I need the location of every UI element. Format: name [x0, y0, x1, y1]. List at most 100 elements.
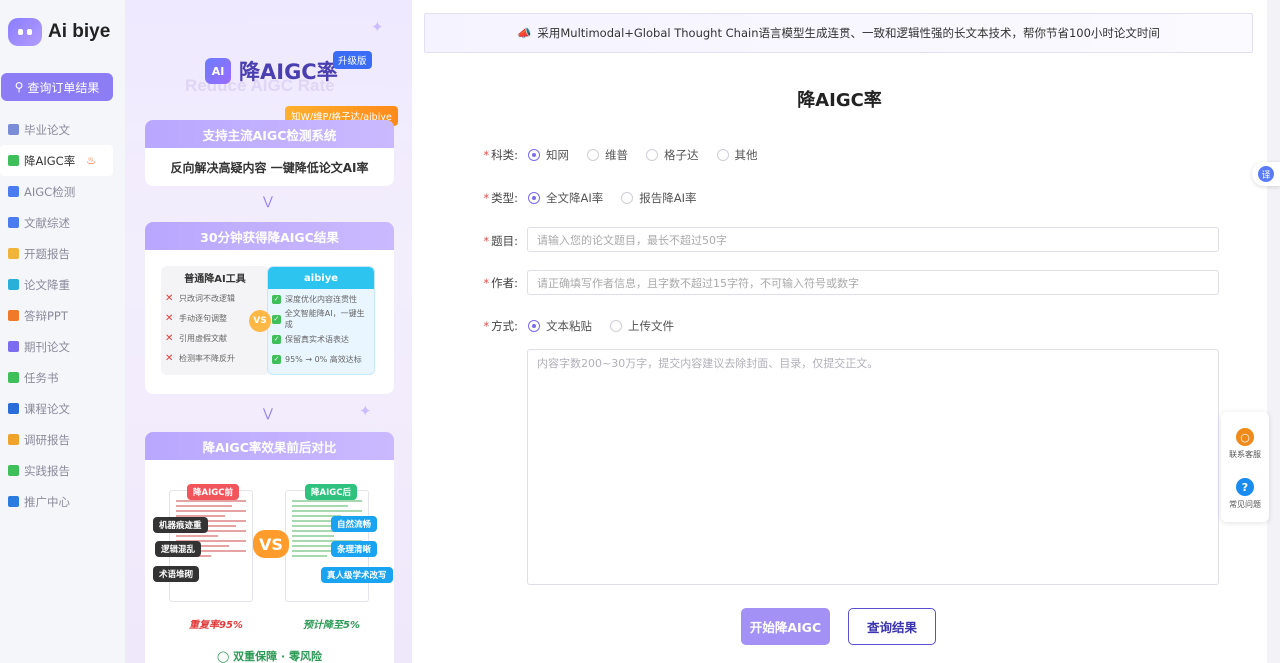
compare-text: 保留真实术语表达 [285, 334, 349, 344]
after-tag: 条理清晰 [331, 541, 378, 557]
title-row: * 题目: [472, 233, 528, 249]
sidebar-item-7[interactable]: 期刊论文 [0, 331, 125, 362]
sidebar-item-4[interactable]: 开题报告 [0, 238, 125, 269]
method-row: * 方式: 文本粘贴 上传文件 [472, 318, 692, 334]
translate-button[interactable]: 译 [1252, 162, 1280, 186]
promo-card-systems: 支持主流AIGC检测系统 反向解决高疑内容 一键降低论文AI率 [145, 120, 394, 186]
radio-icon [528, 320, 540, 332]
sidebar-item-3[interactable]: 文献综述 [0, 207, 125, 238]
sidebar-item-label: 降AIGC率 [24, 153, 76, 168]
ai-icon [8, 155, 19, 166]
after-label: 降AIGC后 [305, 484, 357, 500]
method-option[interactable]: 文本粘贴 [528, 318, 592, 334]
sidebar-item-label: 实践报告 [24, 463, 70, 478]
vs-badge: VS [249, 310, 271, 332]
compare-row: ✓ 全文智能降AI，一键生成 [272, 309, 370, 329]
logo[interactable]: Ai biye [8, 18, 110, 46]
subject-option[interactable]: 知网 [528, 147, 569, 163]
survey-icon [8, 434, 19, 445]
fire-icon: ♨ [86, 154, 97, 167]
sidebar-item-12[interactable]: 推广中心 [0, 486, 125, 517]
compare-row: ✕ 只改词不改逻辑 [165, 288, 265, 308]
radio-icon [610, 320, 622, 332]
query-order-button[interactable]: ⚲ 查询订单结果 [1, 73, 113, 101]
title-input[interactable]: 请输入您的论文题目，最长不超过50字 [527, 227, 1219, 252]
guarantee-label: 双重保障 · 零风险 [233, 650, 322, 663]
book-icon [8, 403, 19, 414]
banner-text: 采用Multimodal+Global Thought Chain语言模型生成连… [537, 26, 1160, 40]
sidebar-item-10[interactable]: 调研报告 [0, 424, 125, 455]
sidebar-item-2[interactable]: AIGC检测 [0, 176, 125, 207]
ai-badge-icon: AI [205, 58, 231, 84]
author-label: * 作者: [483, 276, 518, 290]
before-tag: 术语堆砌 [153, 566, 200, 582]
sidebar-item-6[interactable]: 答辩PPT [0, 300, 125, 331]
compare-text: 检测率不降反升 [179, 353, 235, 363]
compare-text: 深度优化内容连贯性 [285, 294, 357, 304]
sidebar-item-label: 答辩PPT [24, 308, 68, 323]
search-icon: ⚲ [14, 80, 24, 94]
card-body: 反向解决高疑内容 一键降低论文AI率 [170, 160, 369, 175]
headset-icon: ○ [1236, 428, 1254, 446]
report-icon [8, 248, 19, 259]
aigc-detect-icon [8, 186, 19, 197]
sidebar-item-label: AIGC检测 [24, 184, 76, 199]
translate-icon: 译 [1258, 166, 1274, 182]
contact-service-label: 联系客服 [1229, 450, 1261, 459]
sidebar-item-1[interactable]: 降AIGC率 ♨ [0, 145, 113, 176]
author-input[interactable]: 请正确填写作者信息，且字数不超过15字符，不可输入符号或数字 [527, 270, 1219, 295]
query-result-button[interactable]: 查询结果 [848, 608, 936, 645]
subject-option[interactable]: 维普 [587, 147, 628, 163]
task-icon [8, 372, 19, 383]
info-banner: 📣 采用Multimodal+Global Thought Chain语言模型生… [424, 13, 1253, 53]
before-label: 降AIGC前 [187, 484, 239, 500]
method-label: * 方式: [483, 319, 518, 333]
check-icon: ✓ [272, 334, 281, 344]
sparkle-icon: ✦ [359, 402, 372, 420]
sidebar-item-0[interactable]: 毕业论文 [0, 114, 125, 145]
title-label: * 题目: [483, 234, 518, 248]
sidebar-item-label: 调研报告 [24, 432, 70, 447]
type-option-label: 全文降AI率 [546, 191, 604, 205]
subject-option-label: 其他 [734, 148, 758, 162]
sidebar-item-9[interactable]: 课程论文 [0, 393, 125, 424]
before-tag: 机器痕迹重 [153, 517, 208, 533]
journal-icon [8, 341, 19, 352]
promo-title: AI 降AIGC率 [205, 56, 338, 86]
check-icon: ✓ [272, 294, 281, 304]
method-option[interactable]: 上传文件 [610, 318, 674, 334]
robot-logo-icon [8, 18, 42, 46]
faq-button[interactable]: ? 常见问题 [1221, 478, 1269, 510]
type-option[interactable]: 报告降AI率 [621, 190, 697, 206]
cross-icon: ✕ [165, 292, 174, 304]
type-option-label: 报告降AI率 [639, 191, 697, 205]
compare-row: ✓ 95% → 0% 高效达标 [272, 349, 370, 369]
author-row: * 作者: [472, 275, 528, 291]
cross-icon: ✕ [165, 352, 174, 364]
content-textarea[interactable]: 内容字数200~30万字，提交内容建议去除封面、目录，仅提交正文。 [527, 349, 1219, 585]
send-icon [8, 496, 19, 507]
subject-option-label: 维普 [605, 148, 628, 162]
compare-row: ✕ 引用虚假文献 [165, 328, 265, 348]
sidebar-item-label: 推广中心 [24, 494, 70, 509]
radio-icon [646, 149, 658, 161]
compare-text: 95% → 0% 高效达标 [285, 354, 362, 364]
type-label: * 类型: [483, 191, 518, 205]
sidebar-item-11[interactable]: 实践报告 [0, 455, 125, 486]
before-tag: 逻辑混乱 [155, 541, 202, 557]
start-reduce-button[interactable]: 开始降AIGC [741, 608, 830, 645]
sidebar-item-8[interactable]: 任务书 [0, 362, 125, 393]
subject-option[interactable]: 其他 [716, 147, 758, 163]
card-heading: 降AIGC率效果前后对比 [145, 432, 394, 460]
question-icon: ? [1236, 478, 1254, 496]
subject-row: * 科类: 知网 维普 格子达 其他 [472, 147, 776, 163]
type-option[interactable]: 全文降AI率 [528, 190, 603, 206]
contact-service-button[interactable]: ○ 联系客服 [1221, 428, 1269, 460]
compare-row: ✓ 深度优化内容连贯性 [272, 289, 370, 309]
sidebar-item-label: 课程论文 [24, 401, 70, 416]
radio-icon [528, 149, 540, 161]
sidebar-item-5[interactable]: 论文降重 [0, 269, 125, 300]
chevron-down-icon: ⋁ [263, 406, 273, 420]
subject-option[interactable]: 格子达 [646, 147, 699, 163]
sparkle-icon: ✦ [371, 18, 384, 36]
